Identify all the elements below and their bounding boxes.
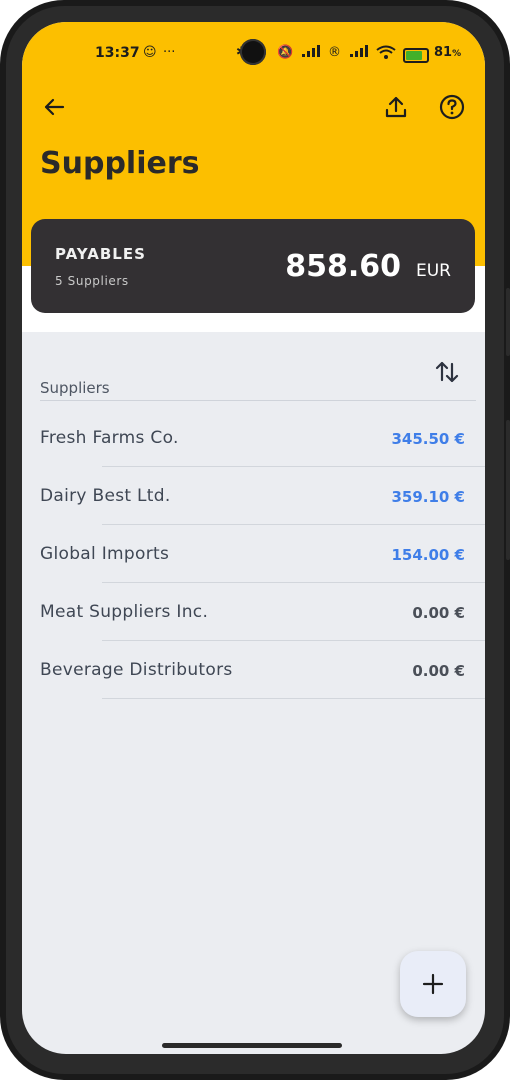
card-label: PAYABLES — [55, 245, 146, 263]
notification-icon: ☺ — [143, 45, 157, 60]
signal-icon — [302, 45, 320, 61]
battery-icon — [403, 48, 429, 63]
supplier-amount: 154.00 € — [391, 546, 465, 564]
supplier-name: Fresh Farms Co. — [40, 428, 179, 448]
supplier-amount: 345.50 € — [391, 430, 465, 448]
export-button[interactable] — [382, 93, 410, 121]
status-time: 13:37 — [95, 45, 140, 61]
supplier-row[interactable]: Dairy Best Ltd. 359.10 € — [22, 467, 485, 525]
page-title: Suppliers — [40, 146, 200, 181]
help-button[interactable] — [438, 93, 466, 121]
more-notifications-icon: ··· — [163, 45, 176, 60]
home-indicator[interactable] — [162, 1043, 342, 1048]
supplier-row[interactable]: Fresh Farms Co. 345.50 € — [22, 409, 485, 467]
back-button[interactable] — [40, 93, 68, 121]
volume-button — [506, 288, 510, 356]
sort-arrows-icon — [435, 361, 459, 383]
card-amount: 858.60 — [285, 249, 401, 284]
supplier-name: Global Imports — [40, 544, 170, 564]
roaming-icon: ® — [328, 45, 341, 60]
upload-icon — [385, 96, 407, 118]
supplier-name: Meat Suppliers Inc. — [40, 602, 209, 622]
supplier-amount: 0.00 € — [412, 662, 465, 680]
section-title: Suppliers — [40, 379, 110, 397]
supplier-row[interactable]: Global Imports 154.00 € — [22, 525, 485, 583]
battery-fill — [406, 51, 422, 60]
supplier-name: Dairy Best Ltd. — [40, 486, 171, 506]
battery-percent: 81% — [434, 45, 462, 60]
sort-button[interactable] — [433, 358, 461, 386]
supplier-name: Beverage Distributors — [40, 660, 233, 680]
add-supplier-button[interactable] — [400, 951, 466, 1017]
help-circle-icon — [439, 94, 465, 120]
signal-icon-2 — [350, 45, 368, 61]
section-divider — [40, 400, 476, 401]
front-camera — [240, 39, 266, 65]
payables-summary-card: PAYABLES 5 Suppliers 858.60 EUR — [31, 219, 475, 313]
mute-icon: 🔕 — [277, 45, 294, 60]
power-button — [506, 420, 510, 560]
supplier-row[interactable]: Beverage Distributors 0.00 € — [22, 641, 485, 699]
row-divider — [102, 698, 485, 699]
card-currency: EUR — [416, 261, 451, 281]
supplier-amount: 0.00 € — [412, 604, 465, 622]
plus-icon — [422, 973, 444, 995]
supplier-row[interactable]: Meat Suppliers Inc. 0.00 € — [22, 583, 485, 641]
card-subtitle: 5 Suppliers — [55, 274, 129, 288]
supplier-amount: 359.10 € — [391, 488, 465, 506]
screen: 13:37 ☺ ··· ✱ 🔕 ® 81% — [22, 22, 485, 1054]
wifi-icon — [376, 45, 396, 63]
arrow-back-icon — [44, 98, 65, 116]
